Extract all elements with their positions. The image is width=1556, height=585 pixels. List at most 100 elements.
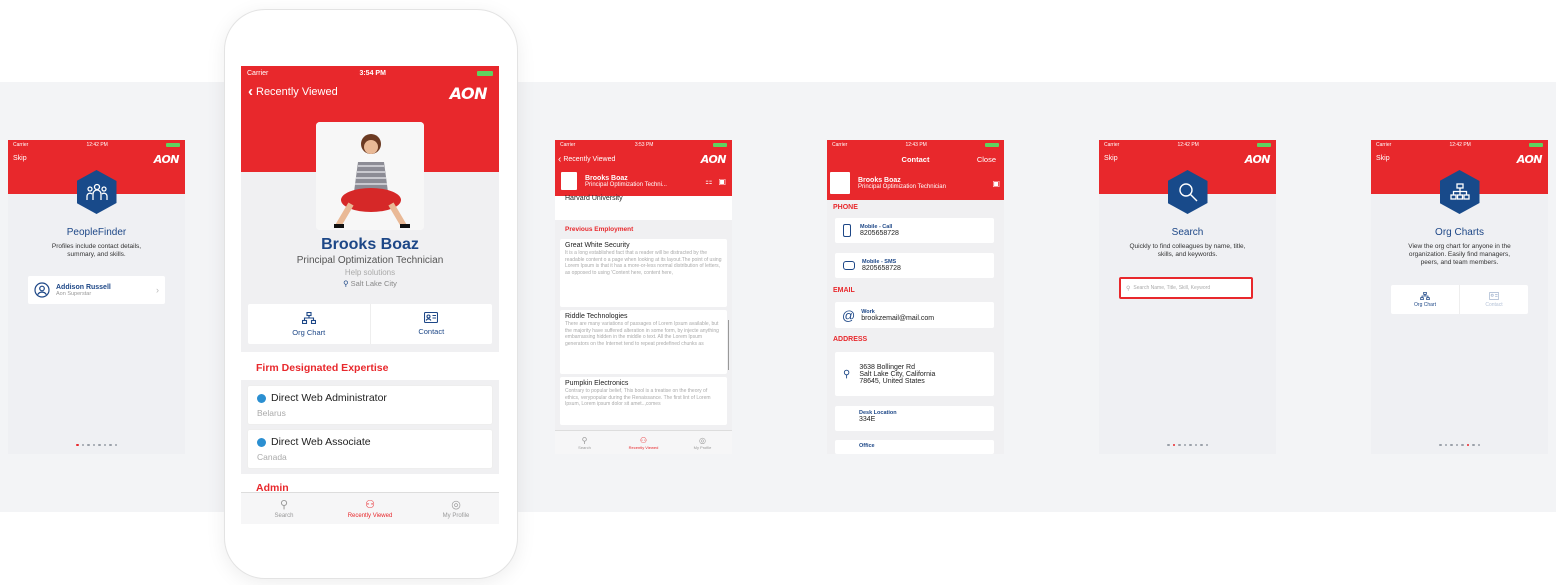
page-indicator[interactable] (1099, 443, 1276, 446)
person-thumbnail (830, 172, 850, 194)
expertise-item[interactable]: Direct Web Associate Canada (248, 430, 492, 468)
search-icon: ⚲ (279, 499, 289, 511)
mobile-call-row[interactable]: Mobile - Call 8205658728 (835, 218, 994, 243)
contact-card-icon[interactable]: ▣ (718, 177, 726, 186)
tab-recently-viewed[interactable]: ⚇ Recently Viewed (614, 431, 673, 454)
contact-card-icon (1489, 291, 1499, 300)
skip-button[interactable]: Skip (1104, 155, 1118, 162)
person-card[interactable]: Addison Russell Aon Superstar › (28, 276, 165, 304)
page-dot[interactable] (1455, 443, 1458, 446)
page-indicator[interactable] (8, 443, 185, 446)
back-button[interactable]: ‹ Recently Viewed (558, 154, 615, 165)
mobile-sms-row[interactable]: Mobile - SMS 8205658728 (835, 253, 994, 278)
page-dot[interactable] (1172, 443, 1175, 446)
person-header: Brooks Boaz Principal Optimization Techn… (830, 172, 1000, 194)
skip-button[interactable]: Skip (13, 155, 27, 162)
map-pin-icon: ⚲ (843, 368, 851, 380)
expertise-name: Direct Web Administrator (271, 392, 387, 404)
org-chart-icon[interactable]: ⚏ (705, 177, 712, 186)
page-dot[interactable] (1200, 443, 1203, 446)
page-dot[interactable] (1444, 443, 1447, 446)
contact-button[interactable]: Contact (1460, 285, 1528, 314)
page-dot[interactable] (1183, 443, 1186, 446)
page-dot[interactable] (109, 443, 112, 446)
address-header: ADDRESS (833, 336, 868, 343)
org-chart-button[interactable]: Org Chart (1391, 285, 1460, 314)
office-row[interactable]: Office (835, 440, 994, 454)
contact-card-icon[interactable]: ▣ (992, 179, 1000, 188)
job-item[interactable]: Great White Security It is a long establ… (560, 239, 727, 307)
at-sign-icon: @ (842, 307, 856, 323)
job-description: It is a long established fact that a rea… (565, 250, 722, 276)
tab-bar: ⚲ Search ⚇ Recently Viewed ◎ My Profile (241, 492, 499, 524)
carrier-label: Carrier (13, 142, 29, 148)
page-dot[interactable] (1472, 443, 1475, 446)
contact-button[interactable]: Contact (371, 304, 493, 344)
page-dot[interactable] (1450, 443, 1453, 446)
person-photo-illustration (316, 122, 424, 230)
chat-bubble-icon (843, 261, 855, 270)
page-dot[interactable] (1189, 443, 1192, 446)
close-button[interactable]: Close (977, 155, 996, 164)
profile-actions: Org Chart Contact (1391, 285, 1528, 314)
expertise-list: Direct Web Administrator Belarus Direct … (241, 380, 499, 474)
page-indicator[interactable] (1371, 443, 1548, 446)
status-bar: Carrier 12:42 PM (8, 140, 185, 150)
carrier-label: Carrier (247, 69, 269, 77)
page-dot[interactable] (98, 443, 101, 446)
profile-location: ⚲ Salt Lake City (241, 279, 499, 288)
search-input[interactable]: ⚲ Search Name, Title, Skill, Keyword (1119, 277, 1253, 299)
org-chart-label: Org Chart (292, 327, 326, 337)
skip-button[interactable]: Skip (1376, 155, 1390, 162)
feature-hex (76, 170, 117, 214)
contact-label: Contact (1485, 301, 1503, 308)
battery-icon (476, 70, 493, 76)
time-label: 3:54 PM (359, 69, 386, 77)
org-chart-button[interactable]: Org Chart (248, 304, 371, 344)
person-header: Brooks Boaz Principal Optimization Techn… (561, 172, 726, 190)
page-dot[interactable] (1167, 443, 1170, 446)
work-email-row[interactable]: @ Work brookzemail@mail.com (835, 302, 994, 328)
search-icon: ⚲ (1126, 285, 1131, 292)
tab-search[interactable]: ⚲ Search (555, 431, 614, 454)
onboarding-org-chart-screen: Carrier 12:42 PM Skip AON Org Charts Vie… (1371, 140, 1548, 454)
job-company: Pumpkin Electronics (565, 380, 629, 387)
battery-icon (1529, 143, 1543, 147)
job-item[interactable]: Pumpkin Electronics Contrary to popular … (560, 377, 727, 425)
expertise-item[interactable]: Direct Web Administrator Belarus (248, 386, 492, 424)
page-dot[interactable] (103, 443, 106, 446)
job-item[interactable]: Riddle Technologies There are many varia… (560, 310, 727, 374)
expertise-header: Firm Designated Expertise (256, 362, 389, 374)
address-row[interactable]: ⚲ 3638 Bollinger Rd Salt Lake City, Cali… (835, 352, 994, 396)
tab-my-profile[interactable]: ◎ My Profile (413, 493, 499, 524)
page-dot[interactable] (87, 443, 90, 446)
back-button[interactable]: ‹ Recently Viewed (248, 84, 338, 99)
page-dot[interactable] (1477, 443, 1480, 446)
person-name: Brooks Boaz (858, 176, 901, 184)
page-dot[interactable] (1461, 443, 1464, 446)
page-dot[interactable] (92, 443, 95, 446)
person-name: Addison Russell (56, 283, 111, 291)
org-chart-icon (1420, 291, 1430, 300)
page-dot[interactable] (114, 443, 117, 446)
page-dot[interactable] (1439, 443, 1442, 446)
aon-logo: AON (449, 84, 488, 103)
desk-location-row[interactable]: Desk Location 334E (835, 406, 994, 431)
onboarding-title: Org Charts (1435, 227, 1484, 238)
description-line-1: Profiles include contact details, (51, 243, 142, 250)
contact-screen: Carrier 12:43 PM Contact Close Brooks Bo… (827, 140, 1004, 454)
tab-search[interactable]: ⚲ Search (241, 493, 327, 524)
person-clock-icon: ⚇ (365, 499, 375, 511)
page-dot[interactable] (1178, 443, 1181, 446)
scrollbar[interactable] (727, 320, 729, 370)
page-dot[interactable] (1194, 443, 1197, 446)
page-dot[interactable] (81, 443, 84, 446)
aon-logo: AON (1244, 153, 1271, 166)
tab-recently-viewed[interactable]: ⚇ Recently Viewed (327, 493, 413, 524)
tab-my-profile[interactable]: ◎ My Profile (673, 431, 732, 454)
page-dot[interactable] (1466, 443, 1469, 446)
page-dot[interactable] (76, 443, 79, 446)
org-chart-label: Org Chart (1414, 301, 1436, 308)
page-dot[interactable] (1205, 443, 1208, 446)
profile-title: Principal Optimization Technician (296, 255, 444, 266)
